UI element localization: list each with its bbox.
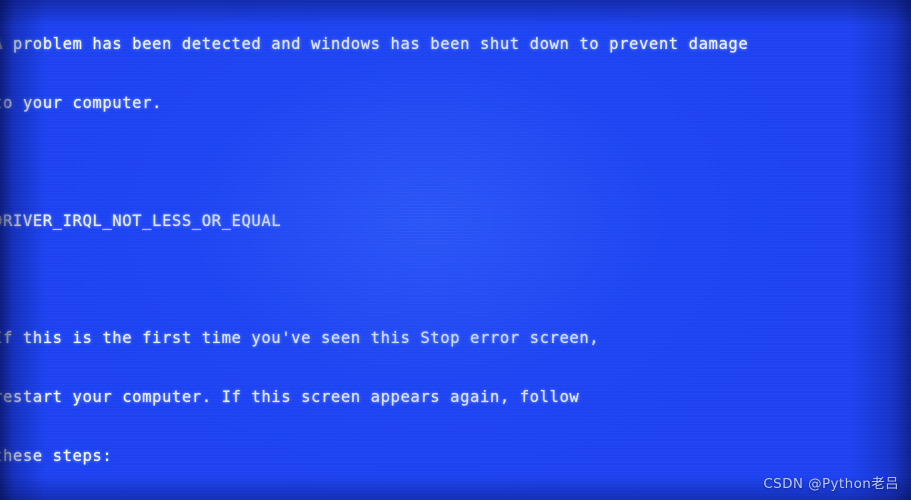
bsod-screen: A problem has been detected and windows … bbox=[0, 0, 911, 500]
bsod-intro-line-2: to your computer. bbox=[0, 93, 162, 112]
bsod-intro-line-1: A problem has been detected and windows … bbox=[0, 35, 749, 54]
bsod-first-time-advice-line-3: these steps: bbox=[0, 446, 113, 465]
bsod-first-time-advice-line-2: restart your computer. If this screen ap… bbox=[0, 387, 580, 406]
bsod-text-block: A problem has been detected and windows … bbox=[0, 0, 911, 500]
bsod-stop-name: DRIVER_IRQL_NOT_LESS_OR_EQUAL bbox=[0, 211, 282, 230]
csdn-watermark: CSDN @Python老吕 bbox=[763, 476, 899, 492]
bsod-first-time-advice-line-1: If this is the first time you've seen th… bbox=[0, 329, 600, 348]
